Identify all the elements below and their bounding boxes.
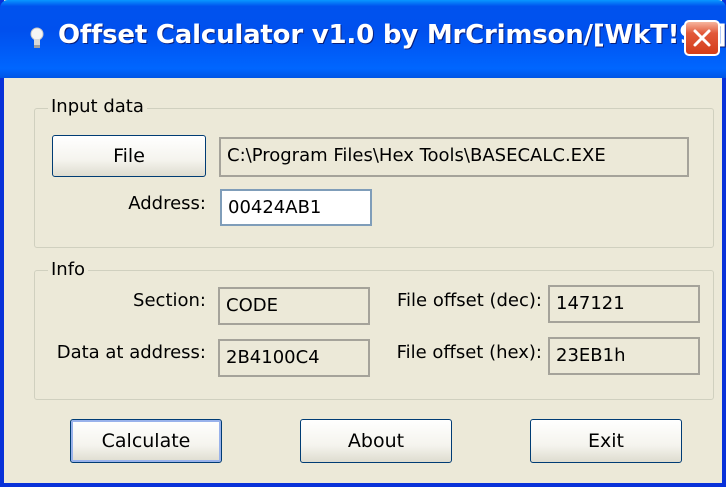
- file-offset-dec-label: File offset (dec):: [397, 290, 542, 311]
- info-legend: Info: [48, 259, 89, 280]
- close-button[interactable]: [684, 20, 720, 56]
- data-at-address-field: 2B4100C4: [218, 339, 370, 377]
- file-offset-hex-label: File offset (hex):: [396, 342, 542, 363]
- file-path-field: C:\Program Files\Hex Tools\BASECALC.EXE: [219, 137, 689, 177]
- window-title: Offset Calculator v1.0 by MrCrimson/[WkT…: [58, 20, 726, 50]
- close-icon: [693, 29, 711, 47]
- exit-button[interactable]: Exit: [530, 419, 682, 463]
- data-at-address-label: Data at address:: [56, 342, 206, 363]
- file-offset-dec-field: 147121: [548, 285, 700, 323]
- app-window: Offset Calculator v1.0 by MrCrimson/[WkT…: [0, 0, 726, 487]
- about-button[interactable]: About: [300, 419, 452, 463]
- lightbulb-icon: [30, 27, 44, 49]
- title-bar[interactable]: Offset Calculator v1.0 by MrCrimson/[WkT…: [0, 0, 726, 78]
- section-value-field: CODE: [218, 287, 370, 325]
- file-offset-hex-field: 23EB1h: [548, 337, 700, 375]
- address-input[interactable]: 00424AB1: [220, 189, 372, 226]
- input-data-group: [34, 108, 714, 248]
- input-data-legend: Input data: [48, 96, 147, 117]
- address-label: Address:: [128, 193, 206, 214]
- section-label: Section:: [133, 290, 206, 311]
- file-button[interactable]: File: [52, 135, 206, 177]
- calculate-button[interactable]: Calculate: [70, 419, 222, 463]
